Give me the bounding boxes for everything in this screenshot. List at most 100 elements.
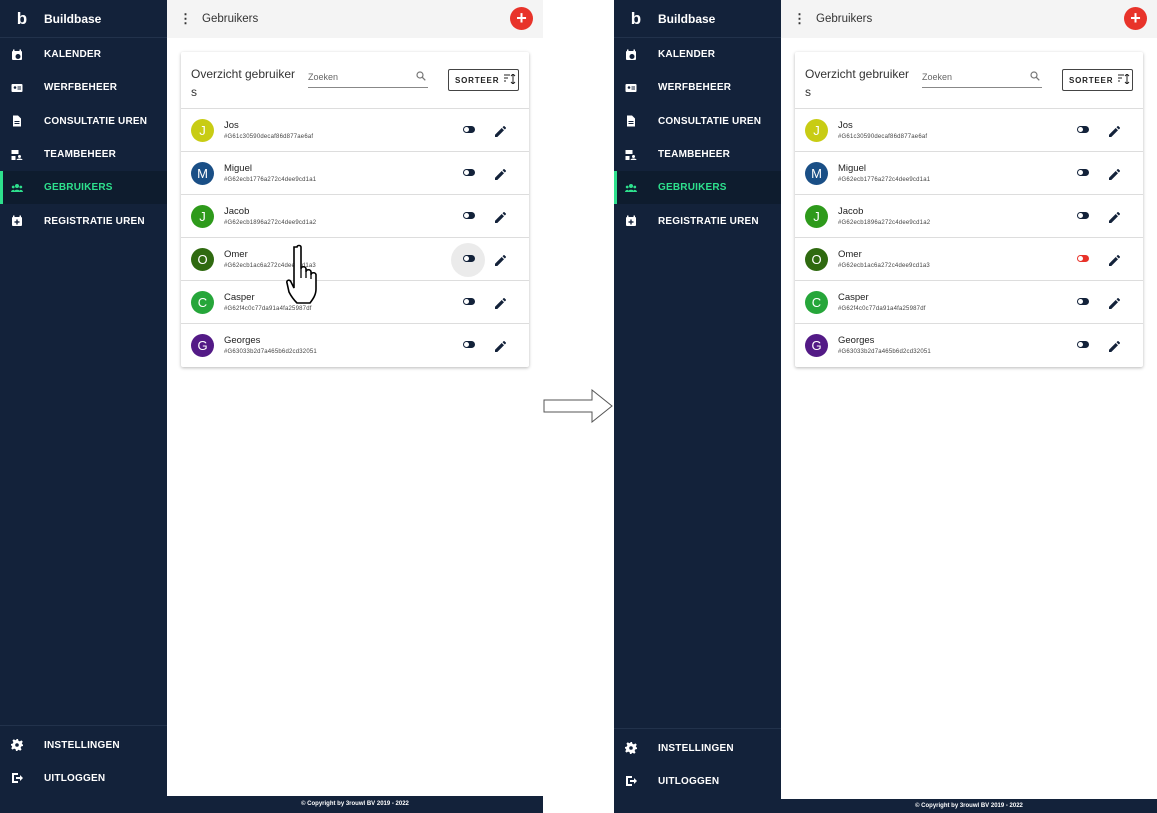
search-icon — [1030, 71, 1040, 83]
main: ⋮ Gebruikers + Overzicht gebruiker s Zoek… — [781, 0, 1157, 813]
sidebar-item-uitloggen[interactable]: UITLOGGEN — [614, 765, 781, 798]
brand[interactable]: b Buildbase — [0, 0, 167, 38]
edit-pencil-icon[interactable] — [1109, 210, 1121, 228]
active-toggle[interactable] — [463, 298, 475, 305]
sidebar-item-instellingen[interactable]: INSTELLINGEN — [614, 731, 781, 764]
user-row[interactable]: J Jacob #G62ecb1896a272c4dee9cd1a2 — [795, 195, 1143, 238]
sidebar-item-label: REGISTRATIE UREN — [44, 215, 145, 227]
user-row[interactable]: O Omer #G62ecb1ac6a272c4dee9cd1a3 — [795, 238, 1143, 281]
edit-pencil-icon[interactable] — [1109, 167, 1121, 185]
sidebar-item-label: WERFBEHEER — [658, 82, 732, 94]
pointer-hand-icon — [286, 244, 317, 304]
user-row[interactable]: G Georges #G63033b2d7a465b6d2cd32051 — [795, 324, 1143, 367]
sort-button[interactable]: SORTEER — [448, 69, 519, 91]
sidebar-item-instellingen[interactable]: INSTELLINGEN — [0, 728, 167, 761]
sidebar-item-teambeheer[interactable]: TEAMBEHEER — [0, 138, 167, 171]
sidebar-item-gebruikers[interactable]: GEBRUIKERS — [614, 171, 781, 205]
user-row[interactable]: M Miguel #G62ecb1776a272c4dee9cd1a1 — [181, 152, 529, 195]
active-toggle[interactable] — [1077, 255, 1089, 262]
edit-pencil-icon[interactable] — [495, 296, 507, 314]
user-row[interactable]: J Jos #G61c30590decaf86d877ae6af — [795, 109, 1143, 152]
user-row[interactable]: J Jacob #G62ecb1896a272c4dee9cd1a2 — [181, 195, 529, 238]
sidebar-item-label: UITLOGGEN — [44, 772, 106, 784]
sort-icon — [499, 73, 516, 86]
document-icon — [11, 115, 23, 127]
topbar: ⋮ Gebruikers + — [167, 0, 543, 38]
user-row[interactable]: J Jos #G61c30590decaf86d877ae6af — [181, 109, 529, 152]
sidebar-item-uitloggen[interactable]: UITLOGGEN — [0, 762, 167, 795]
edit-pencil-icon[interactable] — [1109, 253, 1121, 271]
active-toggle[interactable] — [463, 255, 475, 262]
active-toggle[interactable] — [1077, 169, 1089, 176]
screen-after: b Buildbase KALENDER WERFBEHEER CONSULTATI… — [614, 0, 1157, 813]
active-toggle[interactable] — [1077, 212, 1089, 219]
users-card: Overzicht gebruiker s Zoeken SORTEER J Jos #G… — [181, 52, 529, 367]
team-icon — [11, 149, 23, 161]
sidebar-item-teambeheer[interactable]: TEAMBEHEER — [614, 138, 781, 171]
sort-button[interactable]: SORTEER — [1062, 69, 1133, 91]
sort-label: SORTEER — [1069, 75, 1114, 85]
user-name: Georges — [224, 335, 261, 346]
screen-before: b Buildbase KALENDER WERFBEHEER CONSULTATI… — [0, 0, 543, 813]
sidebar-item-registratie-uren[interactable]: REGISTRATIE UREN — [0, 204, 167, 237]
sidebar-item-consultatie-uren[interactable]: CONSULTATIE UREN — [614, 105, 781, 138]
active-toggle[interactable] — [463, 341, 475, 348]
user-row[interactable]: M Miguel #G62ecb1776a272c4dee9cd1a1 — [795, 152, 1143, 195]
edit-pencil-icon[interactable] — [495, 253, 507, 271]
app-name: Buildbase — [658, 11, 716, 26]
edit-pencil-icon[interactable] — [1109, 339, 1121, 357]
add-user-button[interactable]: + — [510, 7, 533, 30]
users-icon — [625, 182, 637, 194]
user-row[interactable]: G Georges #G63033b2d7a465b6d2cd32051 — [181, 324, 529, 367]
sidebar-nav: KALENDER WERFBEHEER CONSULTATIE UREN TEAMBE… — [0, 38, 167, 238]
user-name: Georges — [838, 335, 875, 346]
active-toggle[interactable] — [463, 169, 475, 176]
sidebar-item-gebruikers[interactable]: GEBRUIKERS — [0, 171, 167, 205]
search-input[interactable]: Zoeken — [922, 69, 1042, 88]
more-vert-icon[interactable]: ⋮ — [793, 11, 806, 27]
sidebar-item-label: CONSULTATIE UREN — [44, 115, 148, 127]
sidebar: b Buildbase KALENDER WERFBEHEER CONSULTATI… — [614, 0, 781, 813]
sidebar-bottom-nav: INSTELLINGEN UITLOGGEN — [0, 725, 167, 795]
more-vert-icon[interactable]: ⋮ — [179, 11, 192, 27]
user-row[interactable]: O Omer #G62ecb1ac6a272c4dee9cd1a3 — [181, 238, 529, 281]
sidebar-item-label: INSTELLINGEN — [658, 742, 734, 754]
active-toggle[interactable] — [463, 212, 475, 219]
sidebar-item-registratie-uren[interactable]: REGISTRATIE UREN — [614, 204, 781, 237]
sidebar-item-label: INSTELLINGEN — [44, 739, 120, 751]
user-name: Miguel — [224, 163, 252, 174]
user-id: #G62ecb1896a272c4dee9cd1a2 — [224, 220, 317, 226]
user-row[interactable]: C Casper #G62f4c0c77da91a4fa25987df — [795, 281, 1143, 324]
sidebar-item-werfbeheer[interactable]: WERFBEHEER — [614, 71, 781, 104]
edit-pencil-icon[interactable] — [1109, 124, 1121, 142]
active-toggle[interactable] — [463, 126, 475, 133]
sidebar-item-kalender[interactable]: KALENDER — [614, 38, 781, 71]
edit-pencil-icon[interactable] — [1109, 296, 1121, 314]
card-title: Overzicht gebruiker s — [805, 67, 910, 99]
logo: b — [630, 8, 642, 28]
edit-pencil-icon[interactable] — [495, 339, 507, 357]
logo: b — [16, 8, 28, 28]
active-toggle[interactable] — [1077, 341, 1089, 348]
sidebar-item-werfbeheer[interactable]: WERFBEHEER — [0, 71, 167, 104]
footer: © Copyright by 3rouwl BV 2019 - 2022 — [167, 796, 543, 813]
sidebar-item-kalender[interactable]: KALENDER — [0, 38, 167, 71]
avatar: J — [805, 119, 828, 142]
sidebar-item-label: GEBRUIKERS — [44, 182, 113, 194]
user-id: #G62f4c0c77da91a4fa25987df — [838, 306, 926, 312]
active-toggle[interactable] — [1077, 298, 1089, 305]
edit-pencil-icon[interactable] — [495, 124, 507, 142]
user-row[interactable]: C Casper #G62f4c0c77da91a4fa25987df — [181, 281, 529, 324]
arrow-right-icon — [543, 389, 613, 423]
search-input[interactable]: Zoeken — [308, 69, 428, 88]
sidebar-item-label: UITLOGGEN — [658, 775, 720, 787]
avatar: G — [805, 334, 828, 357]
active-toggle[interactable] — [1077, 126, 1089, 133]
sidebar-item-consultatie-uren[interactable]: CONSULTATIE UREN — [0, 105, 167, 138]
brand[interactable]: b Buildbase — [614, 0, 781, 38]
edit-pencil-icon[interactable] — [495, 167, 507, 185]
edit-pencil-icon[interactable] — [495, 210, 507, 228]
add-user-button[interactable]: + — [1124, 7, 1147, 30]
logout-icon — [625, 775, 637, 787]
sidebar-item-label: TEAMBEHEER — [658, 149, 731, 161]
